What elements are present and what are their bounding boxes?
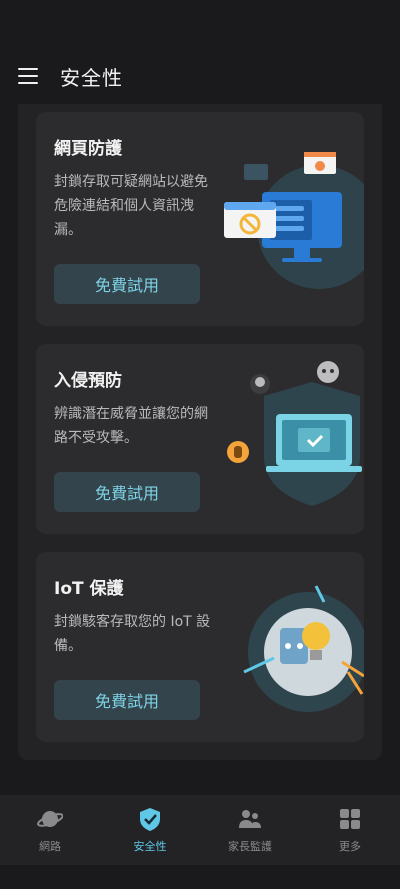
intrusion-prevention-illustration — [227, 361, 362, 506]
free-trial-button[interactable]: 免費試用 — [54, 472, 200, 512]
card-description: 封鎖存取可疑網站以避免危險連結和個人資訊洩漏。 — [54, 174, 208, 238]
shield-check-icon — [140, 808, 160, 831]
bottom-navigation: 網路 安全性 家長監護 更多 — [0, 795, 400, 865]
menu-icon[interactable] — [18, 68, 38, 84]
nav-label: 家長監護 — [228, 840, 272, 853]
nav-item-parental-control[interactable]: 家長監護 — [200, 795, 300, 865]
free-trial-button[interactable]: 免費試用 — [54, 680, 200, 720]
nav-label: 更多 — [339, 840, 361, 853]
card-title: 入侵預防 — [54, 371, 122, 391]
page-title: 安全性 — [60, 65, 123, 90]
nav-item-more[interactable]: 更多 — [300, 795, 400, 865]
app-bar: 安全性 — [0, 48, 400, 104]
card-web-protection: 網頁防護 封鎖存取可疑網站以避免危險連結和個人資訊洩漏。 免費試用 — [36, 112, 364, 326]
nav-item-security[interactable]: 安全性 — [100, 795, 200, 865]
nav-item-network[interactable]: 網路 — [0, 795, 100, 865]
nav-label: 網路 — [39, 840, 61, 853]
card-iot-protection: IoT 保護 封鎖駭客存取您的 IoT 設備。 免費試用 — [36, 552, 364, 742]
iot-protection-illustration — [243, 585, 364, 712]
web-protection-illustration — [224, 152, 364, 289]
nav-label: 安全性 — [133, 840, 167, 853]
card-title: IoT 保護 — [54, 579, 124, 599]
card-description: 辨識潛在威脅並讓您的網路不受攻擊。 — [54, 406, 208, 446]
family-icon — [239, 810, 261, 828]
grid-icon — [340, 809, 360, 829]
security-panel: 網頁防護 封鎖存取可疑網站以避免危險連結和個人資訊洩漏。 免費試用 入侵預防 辨… — [18, 104, 382, 760]
status-bar — [0, 0, 400, 48]
card-intrusion-prevention: 入侵預防 辨識潛在威脅並讓您的網路不受攻擊。 免費試用 — [36, 344, 364, 534]
card-title: 網頁防護 — [54, 139, 122, 159]
system-nav-bar — [0, 865, 400, 889]
card-description: 封鎖駭客存取您的 IoT 設備。 — [54, 614, 211, 654]
planet-icon — [37, 811, 63, 827]
free-trial-button[interactable]: 免費試用 — [54, 264, 200, 304]
